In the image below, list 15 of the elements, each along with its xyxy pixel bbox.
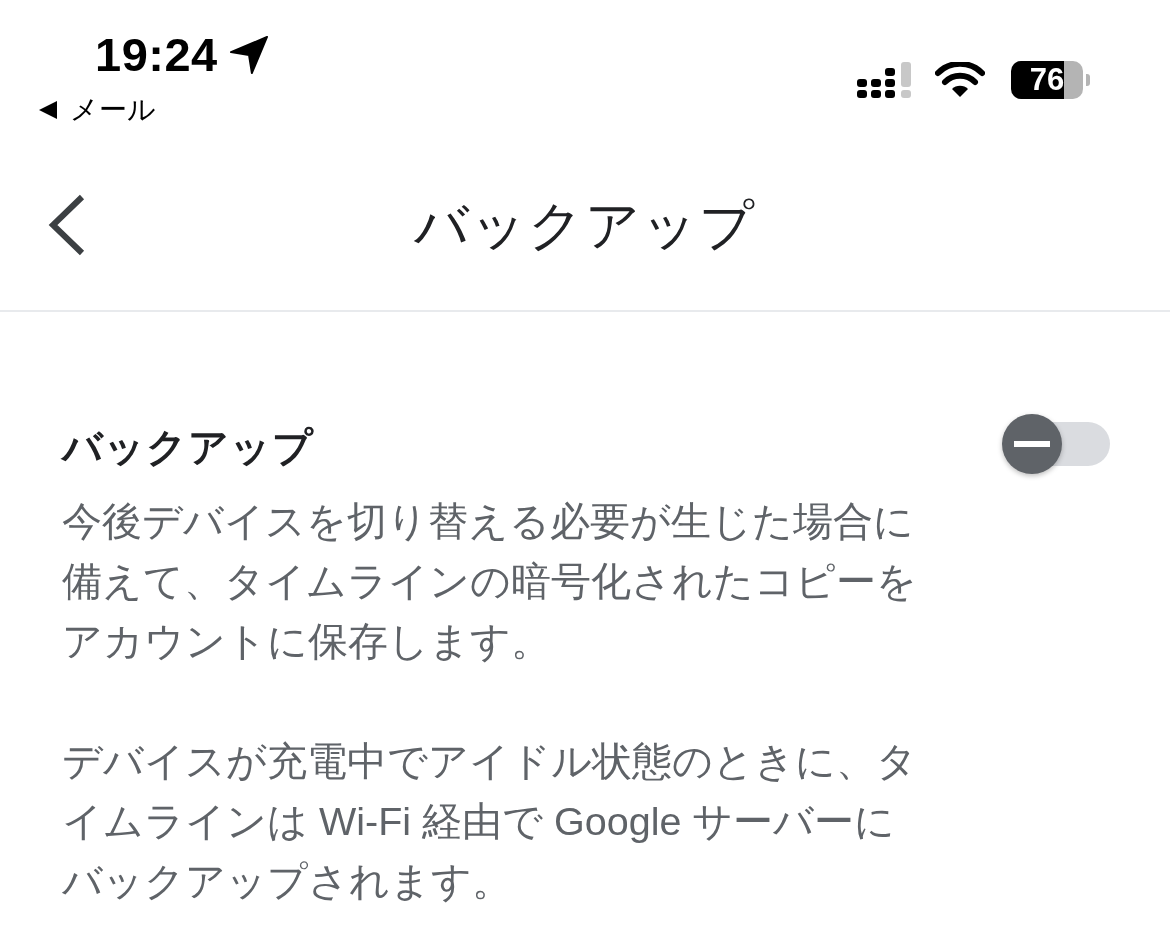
back-button[interactable] [46,194,86,256]
backup-toggle[interactable] [1002,414,1110,474]
status-time: 19:24 [95,27,218,83]
signal-icon [857,62,913,98]
location-arrow-icon [229,36,268,74]
setting-description: 今後デバイスを切り替える必要が生じた場合に備えて、タイムラインの暗号化されたコピーをアカウントに保存します。 [62,498,918,665]
wifi-icon [935,62,985,98]
page-title: バックアップ [414,194,756,257]
setting-title: バックアップ [62,424,315,471]
chevron-left-icon [46,194,86,256]
battery-indicator: 76 [1011,61,1090,99]
setting-description: デバイスが充電中でアイドル状態のときに、タイムラインは Wi-Fi 経由で Google サーバーにバックアップされます。 [62,738,918,905]
minus-icon [1014,441,1050,447]
back-to-app-link[interactable]: メール [38,93,156,127]
back-triangle-icon [38,100,58,120]
